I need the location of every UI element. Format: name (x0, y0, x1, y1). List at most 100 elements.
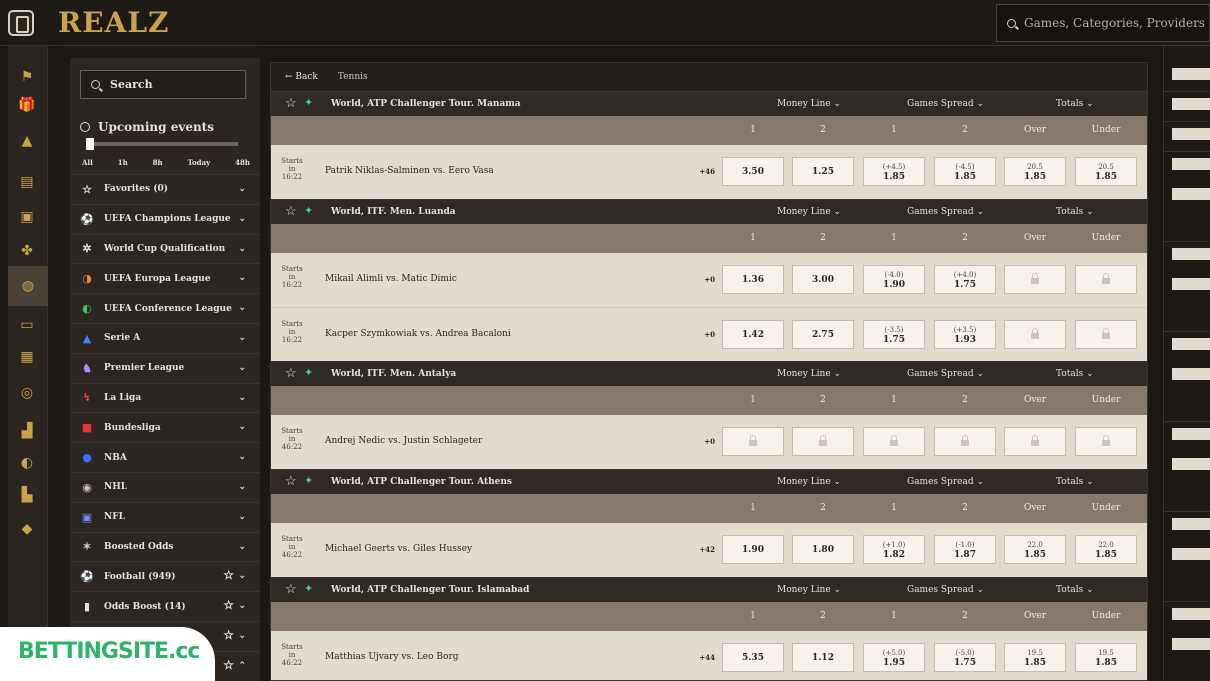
odds-button[interactable]: 20.5 1.85 (1004, 157, 1066, 186)
odds-button[interactable]: 19.5 1.85 (1075, 643, 1137, 672)
league-header[interactable]: ☆ ✦ World, ATP Challenger Tour. Manama Mone… (271, 91, 1147, 116)
sports-menu-item[interactable]: ☆ Favorites (0) ⌄ (70, 174, 260, 204)
match-row[interactable]: Starts in 46:22 Andrej Nedic vs. Justin Sch… (271, 415, 1147, 469)
favorite-star-icon[interactable]: ☆ (223, 568, 234, 582)
odds-button[interactable]: 1.90 (722, 535, 784, 564)
odds-button[interactable]: (+3.5) 1.93 (934, 320, 996, 349)
brand-logo[interactable]: REALZ (58, 6, 169, 39)
sports-menu-item[interactable]: ▣ NFL ⌄ (70, 501, 260, 532)
market-money-line-dropdown[interactable]: Money Line ⌄ (777, 99, 841, 109)
odds-button[interactable]: 1.12 (792, 643, 854, 672)
slot-icon[interactable]: ▤ (16, 171, 38, 193)
league-header[interactable]: ☆ ✦ World, ATP Challenger Tour. Athens Mone… (271, 469, 1147, 494)
odds-button[interactable]: (-4.5) 1.85 (934, 157, 996, 186)
odds-button[interactable]: (-5.0) 1.75 (934, 643, 996, 672)
chevron-down-icon[interactable]: ⌄ (238, 363, 246, 373)
market-games-spread-dropdown[interactable]: Games Spread ⌄ (907, 207, 984, 217)
back-button[interactable]: ← Back (285, 72, 318, 82)
chevron-down-icon[interactable]: ⌄ (238, 452, 246, 462)
odds-button[interactable]: 22.0 1.85 (1075, 535, 1137, 564)
chevron-down-icon[interactable]: ⌄ (238, 244, 246, 254)
odds-button[interactable]: (-3.5) 1.75 (863, 320, 925, 349)
chevron-down-icon[interactable]: ⌄ (238, 422, 246, 432)
favorite-star-icon[interactable]: ☆ (285, 474, 297, 489)
odds-button[interactable]: 2.75 (792, 320, 854, 349)
market-games-spread-dropdown[interactable]: Games Spread ⌄ (907, 585, 984, 595)
sports-menu-item[interactable]: ◐ UEFA Conference League ⌄ (70, 293, 260, 323)
sports-menu-item[interactable]: ♞ Premier League ⌄ (70, 352, 260, 383)
sports-menu-item[interactable]: ◉ NHL ⌄ (70, 471, 260, 502)
favorite-star-icon[interactable]: ☆ (285, 582, 297, 597)
time-tick-all[interactable]: All (82, 158, 93, 167)
chevron-down-icon[interactable]: ⌄ (238, 601, 246, 611)
sports-search-input[interactable]: Search (80, 70, 246, 99)
favorite-star-icon[interactable]: ☆ (223, 628, 234, 642)
odds-button[interactable]: 1.80 (792, 535, 854, 564)
odds-button[interactable]: (+5.0) 1.95 (863, 643, 925, 672)
table-icon[interactable]: ▦ (16, 346, 38, 368)
odds-button[interactable]: (+4.0) 1.75 (934, 265, 996, 294)
sports-icon[interactable]: ⚑ (16, 66, 38, 88)
more-markets-count[interactable]: +0 (685, 330, 715, 339)
wheel-icon[interactable]: ◎ (16, 382, 38, 404)
more-markets-count[interactable]: +42 (685, 545, 715, 554)
odds-button[interactable]: 19.5 1.85 (1004, 643, 1066, 672)
sports-menu-item[interactable]: ✶ Boosted Odds ⌄ (70, 531, 260, 562)
league-header[interactable]: ☆ ✦ World, ITF. Men. Antalya Money Line ⌄ Ga… (271, 361, 1147, 386)
match-row[interactable]: Starts in 46:22 Michael Geerts vs. Giles Hu… (271, 523, 1147, 577)
more-markets-count[interactable]: +0 (685, 275, 715, 284)
match-teams[interactable]: Patrik Niklas-Salminen vs. Eero Vasa (325, 166, 494, 176)
market-money-line-dropdown[interactable]: Money Line ⌄ (777, 585, 841, 595)
chevron-down-icon[interactable]: ⌄ (238, 303, 246, 313)
sports-menu-item[interactable]: ● NBA ⌄ (70, 442, 260, 472)
shop-icon[interactable]: ▙ (16, 484, 38, 506)
sports-menu-item[interactable]: ◑ UEFA Europa League ⌄ (70, 263, 260, 293)
market-games-spread-dropdown[interactable]: Games Spread ⌄ (907, 99, 984, 109)
market-money-line-dropdown[interactable]: Money Line ⌄ (777, 369, 841, 379)
chevron-down-icon[interactable]: ⌄ (238, 273, 246, 283)
match-teams[interactable]: Matthias Ujvary vs. Leo Borg (325, 652, 459, 662)
chevron-down-icon[interactable]: ⌄ (238, 542, 246, 552)
odds-button[interactable]: (+1.0) 1.82 (863, 535, 925, 564)
odds-button[interactable]: (-4.0) 1.90 (863, 265, 925, 294)
odds-button[interactable]: 1.36 (722, 265, 784, 294)
match-teams[interactable]: Andrej Nedic vs. Justin Schlageter (325, 436, 482, 446)
sports-menu-item[interactable]: ⚽ UEFA Champions League ⌄ (70, 203, 260, 234)
chevron-down-icon[interactable]: ⌄ (238, 571, 246, 581)
sports-menu-item[interactable]: ✲ World Cup Qualification ⌄ (70, 233, 260, 264)
market-totals-dropdown[interactable]: Totals ⌄ (1056, 477, 1094, 487)
global-search-input[interactable]: Games, Categories, Providers (996, 4, 1210, 42)
odds-button[interactable]: 1.42 (722, 320, 784, 349)
gift-icon[interactable]: 🎁 (16, 94, 38, 116)
more-markets-count[interactable]: +0 (685, 437, 715, 446)
market-totals-dropdown[interactable]: Totals ⌄ (1056, 585, 1094, 595)
chevron-down-icon[interactable]: ⌄ (238, 482, 246, 492)
sidebar-toggle-icon[interactable] (8, 10, 34, 36)
favorite-star-icon[interactable]: ☆ (285, 96, 297, 111)
time-tick-8h[interactable]: 8h (153, 158, 163, 167)
favorite-star-icon[interactable]: ☆ (223, 658, 234, 672)
market-totals-dropdown[interactable]: Totals ⌄ (1056, 207, 1094, 217)
time-tick-today[interactable]: Today (188, 158, 211, 167)
league-header[interactable]: ☆ ✦ World, ITF. Men. Luanda Money Line ⌄ Gam… (271, 199, 1147, 224)
chevron-down-icon[interactable]: ⌄ (238, 184, 246, 194)
league-header[interactable]: ☆ ✦ World, ATP Challenger Tour. Islamabad M… (271, 577, 1147, 602)
time-range-slider-handle[interactable] (86, 138, 94, 150)
odds-button[interactable]: 20.5 1.85 (1075, 157, 1137, 186)
favorite-star-icon[interactable]: ☆ (285, 366, 297, 381)
live-icon[interactable]: ▭ (16, 314, 38, 336)
casino-icon[interactable]: ▟ (16, 420, 38, 442)
chevron-down-icon[interactable]: ⌄ (238, 214, 246, 224)
odds-button[interactable]: (-1.0) 1.87 (934, 535, 996, 564)
time-tick-1h[interactable]: 1h (118, 158, 128, 167)
chevron-down-icon[interactable]: ⌄ (238, 333, 246, 343)
favorite-star-icon[interactable]: ☆ (285, 204, 297, 219)
odds-button[interactable]: 3.00 (792, 265, 854, 294)
odds-button[interactable]: 22.0 1.85 (1004, 535, 1066, 564)
market-games-spread-dropdown[interactable]: Games Spread ⌄ (907, 477, 984, 487)
favorite-star-icon[interactable]: ☆ (223, 598, 234, 612)
pyramid-icon[interactable]: ▲ (16, 130, 38, 152)
odds-button[interactable]: 1.25 (792, 157, 854, 186)
chevron-up-icon[interactable]: ⌃ (238, 661, 246, 671)
odds-button[interactable]: (+4.5) 1.85 (863, 157, 925, 186)
